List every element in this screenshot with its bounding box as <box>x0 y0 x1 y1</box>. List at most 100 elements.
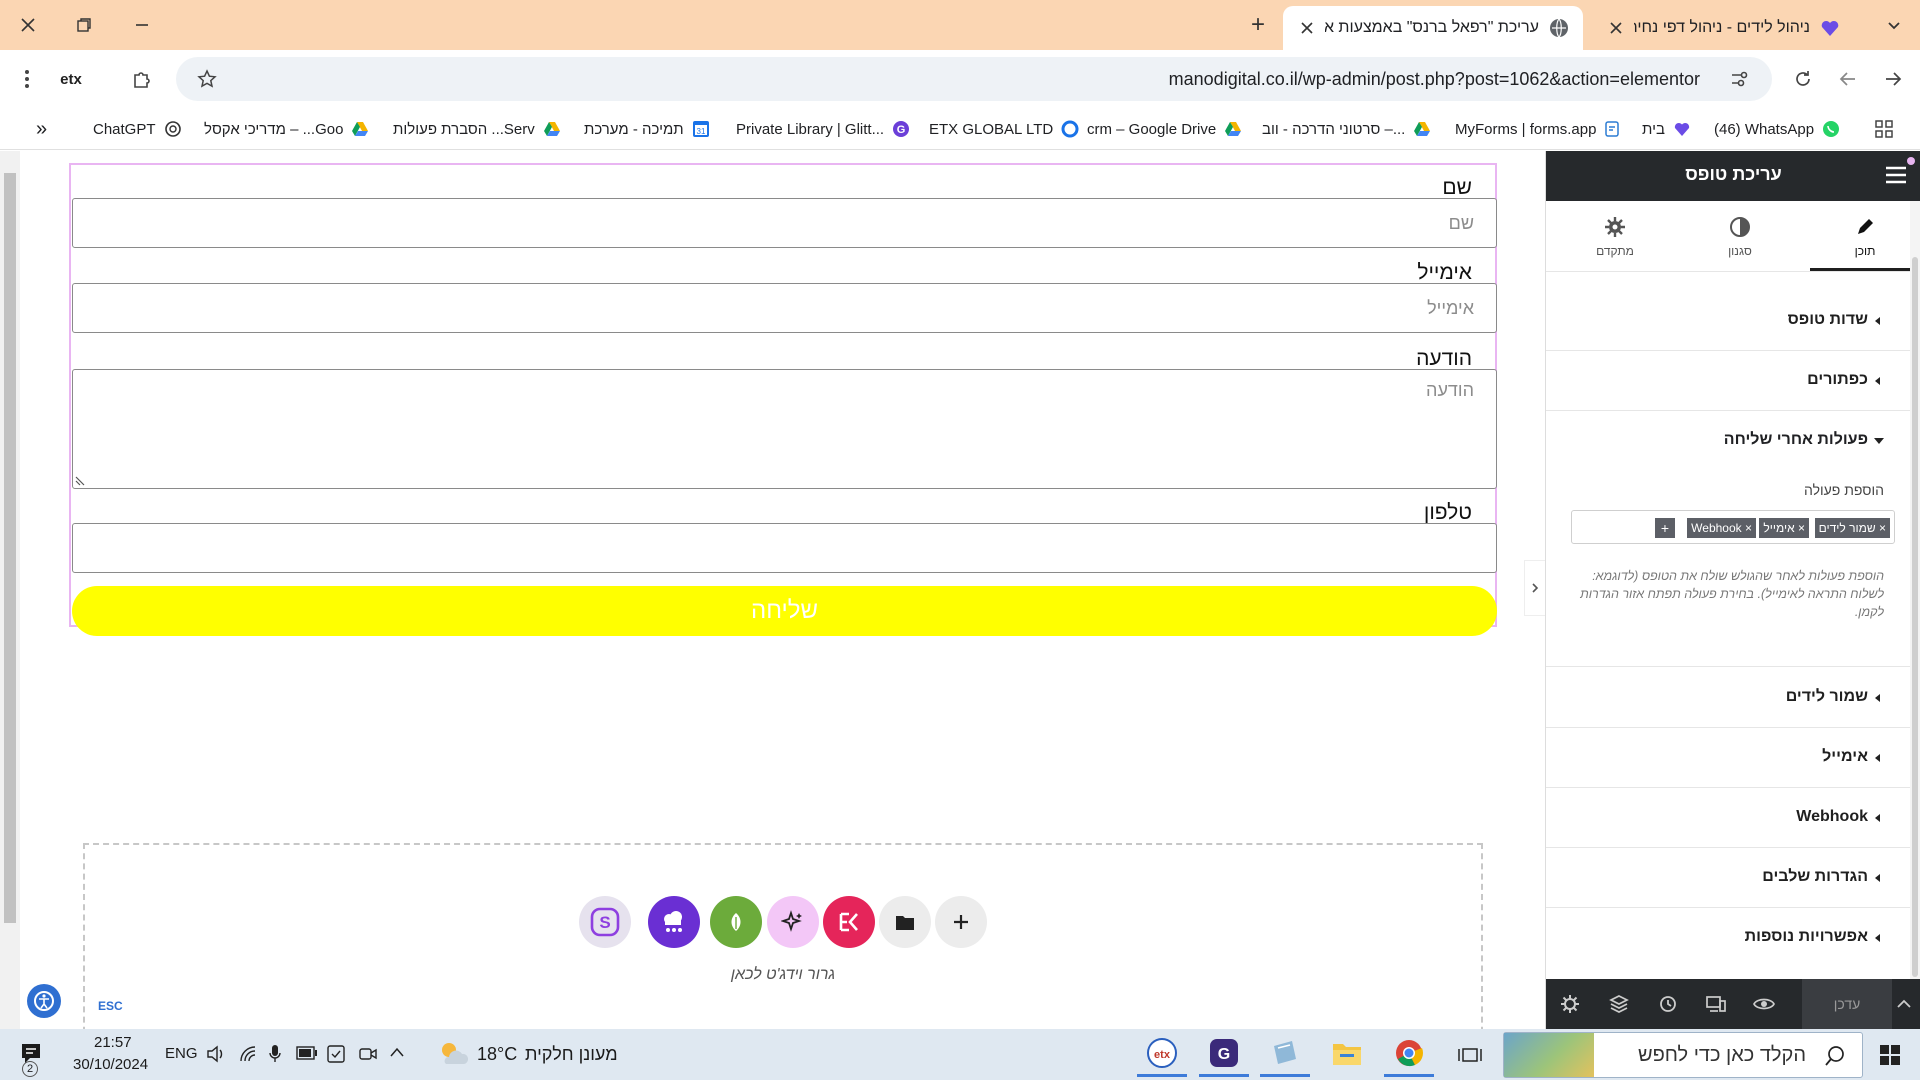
address-bar[interactable]: manodigital.co.il/wp-admin/post.php?post… <box>176 57 1772 101</box>
temperature[interactable]: 18°C <box>477 1044 517 1065</box>
close-tab-icon[interactable] <box>1297 18 1317 38</box>
chevron-up-icon[interactable] <box>389 1046 405 1058</box>
caret-down-icon[interactable] <box>1874 437 1884 445</box>
notifications-icon[interactable]: 2 <box>18 1041 44 1077</box>
tablet-sync-icon[interactable] <box>326 1044 346 1064</box>
action-chip[interactable]: × אימייל <box>1759 518 1809 538</box>
actions-select[interactable]: × שמור לידים × אימייל Webhook × + <box>1571 510 1895 544</box>
menu-dots-icon[interactable] <box>10 62 44 96</box>
hamburger-menu-icon[interactable] <box>1885 165 1907 185</box>
add-action-button[interactable]: + <box>1655 518 1675 538</box>
apps-grid-icon[interactable] <box>1875 117 1893 141</box>
new-tab-button[interactable]: + <box>1238 8 1278 42</box>
section-webhook[interactable]: Webhook <box>1546 788 1910 848</box>
taskbar-notebook-app-icon[interactable] <box>1260 1031 1310 1077</box>
resize-handle-icon[interactable] <box>74 475 86 487</box>
bookmark-glitter[interactable]: Private Library | Glitt... G <box>736 117 910 141</box>
weather-icon[interactable] <box>436 1038 470 1070</box>
taskbar-etx-app-icon[interactable]: etx <box>1137 1031 1187 1077</box>
bookmark-crm-drive[interactable]: crm – Google Drive <box>1087 117 1242 141</box>
tab-style[interactable]: סגנון <box>1685 216 1795 258</box>
close-tab-icon[interactable] <box>1606 18 1626 38</box>
section-form-fields[interactable]: שדות טופס <box>1546 291 1910 351</box>
accessibility-icon[interactable] <box>27 984 61 1018</box>
bookmark-star-icon[interactable] <box>190 62 224 96</box>
cloud-icon[interactable] <box>648 896 700 948</box>
message-textarea[interactable]: הודעה <box>72 369 1497 489</box>
bookmarks-overflow-button[interactable]: » <box>36 117 47 141</box>
elementskit-icon[interactable] <box>823 896 875 948</box>
bookmark-whatsapp[interactable]: (46) WhatsApp <box>1714 117 1840 141</box>
chevron-up-icon[interactable] <box>1892 992 1916 1016</box>
microphone-icon[interactable] <box>268 1044 282 1064</box>
reload-icon[interactable] <box>1786 62 1820 96</box>
esc-label[interactable]: ESC <box>98 999 123 1013</box>
taskbar-search-box[interactable]: הקלד כאן כדי לחפש <box>1503 1032 1863 1078</box>
folder-icon[interactable] <box>879 896 931 948</box>
forward-arrow-icon[interactable] <box>1876 62 1910 96</box>
scrollbar-thumb[interactable] <box>1912 257 1918 977</box>
history-icon[interactable] <box>1656 992 1680 1016</box>
action-chip[interactable]: × שמור לידים <box>1814 518 1890 538</box>
task-view-icon[interactable] <box>1450 1035 1490 1075</box>
section-steps-settings[interactable]: הגדרות שלבים <box>1546 848 1910 908</box>
bookmark-excel-guides[interactable]: מדריכי אקסל – ...Goo <box>204 117 369 141</box>
tab-advanced[interactable]: מתקדם <box>1560 216 1670 258</box>
extension-etx-icon[interactable]: etx <box>54 62 88 96</box>
leaf-icon[interactable] <box>710 896 762 948</box>
ai-sparkle-icon[interactable] <box>767 896 819 948</box>
url-text[interactable]: manodigital.co.il/wp-admin/post.php?post… <box>1169 69 1700 90</box>
s-logo-icon[interactable]: S <box>579 896 631 948</box>
panel-scrollbar[interactable] <box>1910 201 1920 983</box>
bookmark-etx[interactable]: ETX GLOBAL LTD <box>929 117 1079 141</box>
taskbar-glitter-app-icon[interactable]: G <box>1199 1031 1249 1077</box>
weather-text[interactable]: מעונן חלקית <box>525 1044 618 1065</box>
language-indicator[interactable]: ENG <box>165 1045 198 1062</box>
responsive-mode-icon[interactable] <box>1704 992 1728 1016</box>
bookmark-actions[interactable]: הסברת פעולות ...Serv <box>393 117 561 141</box>
preview-eye-icon[interactable] <box>1752 992 1776 1016</box>
section-title[interactable]: פעולות אחרי שליחה <box>1724 431 1868 449</box>
tab-search-icon[interactable] <box>1874 8 1914 42</box>
clock-date[interactable]: 30/10/2024 <box>73 1056 148 1073</box>
tab-editor[interactable]: עריכת "רפאל ברנס" באמצעות א <box>1283 6 1583 50</box>
bookmark-support[interactable]: תמיכה - מערכת 31 <box>584 117 710 141</box>
close-window-icon[interactable] <box>8 8 48 42</box>
back-arrow-icon[interactable] <box>1831 62 1865 96</box>
add-icon[interactable] <box>935 896 987 948</box>
phone-input[interactable] <box>72 523 1497 573</box>
windows-start-icon[interactable] <box>1870 1035 1910 1075</box>
panel-collapse-handle[interactable] <box>1524 560 1546 616</box>
update-button[interactable]: עדכן <box>1802 979 1892 1029</box>
bookmark-tutorials[interactable]: סרטוני הדרכה - ווב –... <box>1262 117 1431 141</box>
clock-time[interactable]: 21:57 <box>94 1034 132 1051</box>
submit-button[interactable]: שליחה <box>72 586 1497 636</box>
form-widget[interactable]: שם שם אימייל אימייל הודעה הודעה טלפון של… <box>69 163 1497 636</box>
action-chip[interactable]: Webhook × <box>1687 518 1756 538</box>
scrollbar-thumb[interactable] <box>4 173 16 923</box>
minimize-window-icon[interactable] <box>122 8 162 42</box>
section-email[interactable]: אימייל <box>1546 728 1910 788</box>
extensions-puzzle-icon[interactable] <box>124 62 158 96</box>
taskbar-file-explorer-icon[interactable] <box>1322 1031 1372 1077</box>
tab-content[interactable]: תוכן <box>1810 216 1920 258</box>
bookmark-home[interactable]: בית <box>1642 117 1691 141</box>
section-buttons[interactable]: כפתורים <box>1546 351 1910 411</box>
site-settings-icon[interactable] <box>1722 62 1756 96</box>
volume-icon[interactable] <box>206 1045 226 1063</box>
wifi-icon[interactable] <box>239 1045 259 1063</box>
email-input[interactable]: אימייל <box>72 283 1497 333</box>
battery-icon[interactable] <box>296 1046 318 1060</box>
section-save-leads[interactable]: שמור לידים <box>1546 668 1910 728</box>
restore-window-icon[interactable] <box>64 8 104 42</box>
navigator-layers-icon[interactable] <box>1607 992 1631 1016</box>
taskbar-chrome-icon[interactable] <box>1384 1031 1434 1077</box>
settings-gear-icon[interactable] <box>1558 992 1582 1016</box>
bookmark-chatgpt[interactable]: ChatGPT <box>93 117 182 141</box>
bookmark-myforms[interactable]: MyForms | forms.app <box>1455 117 1622 141</box>
section-additional-options[interactable]: אפשרויות נוספות <box>1546 908 1910 968</box>
canvas-scrollbar[interactable] <box>0 151 20 1029</box>
tab-leads[interactable]: ניהול לידים - ניהול דפי נחיתה <box>1592 6 1854 50</box>
meet-now-icon[interactable] <box>358 1044 378 1064</box>
name-input[interactable]: שם <box>72 198 1497 248</box>
